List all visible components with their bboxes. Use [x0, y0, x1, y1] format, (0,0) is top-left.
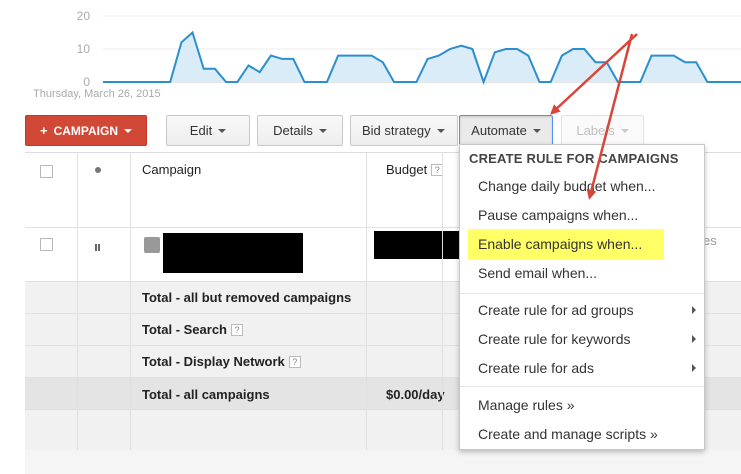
- redacted-campaign-name: [163, 233, 303, 273]
- chevron-down-icon: [620, 128, 629, 133]
- menu-item-manage-rules[interactable]: Manage rules »: [460, 392, 704, 418]
- partial-column-text: es: [703, 233, 717, 248]
- menu-item-change-budget[interactable]: Change daily budget when...: [460, 173, 704, 199]
- chart-area-fill: [103, 32, 741, 82]
- automate-label: Automate: [471, 123, 527, 138]
- menu-divider: [460, 293, 704, 294]
- edit-button[interactable]: Edit: [166, 115, 250, 146]
- chevron-right-icon: [692, 306, 696, 314]
- total-label: Total - all but removed campaigns: [142, 290, 352, 305]
- column-divider: [130, 153, 131, 450]
- menu-item-manage-scripts[interactable]: Create and manage scripts »: [460, 421, 704, 447]
- menu-item-label: Create rule for keywords: [478, 331, 631, 347]
- total-display-label: Total - Display Network: [142, 354, 285, 369]
- menu-item-enable-campaigns[interactable]: Enable campaigns when...: [460, 231, 704, 257]
- row-checkbox[interactable]: [40, 238, 53, 251]
- column-header-campaign[interactable]: Campaign: [142, 162, 201, 177]
- menu-item-label: Create rule for ads: [478, 360, 594, 376]
- help-icon[interactable]: ?: [288, 356, 301, 368]
- budget-header-label: Budget: [386, 162, 428, 177]
- edit-label: Edit: [189, 123, 213, 138]
- menu-item-pause-campaigns[interactable]: Pause campaigns when...: [460, 202, 704, 228]
- menu-item-rule-ad-groups[interactable]: Create rule for ad groups: [460, 297, 704, 323]
- menu-item-rule-ads[interactable]: Create rule for ads: [460, 355, 704, 381]
- pause-icon[interactable]: [95, 244, 97, 251]
- chevron-down-icon: [436, 128, 445, 133]
- chevron-right-icon: [692, 335, 696, 343]
- y-tick-label-10: 10: [77, 42, 91, 56]
- chevron-down-icon: [124, 128, 133, 133]
- y-tick-label-20: 20: [77, 9, 91, 23]
- y-tick-label-0: 0: [83, 75, 90, 89]
- total-label: Total - Search?: [142, 322, 244, 337]
- bottom-strip: [25, 450, 741, 474]
- chevron-down-icon: [218, 128, 227, 133]
- column-header-budget[interactable]: Budget?: [386, 162, 444, 177]
- automate-button[interactable]: Automate: [459, 115, 553, 146]
- labels-label: Labels: [576, 123, 615, 138]
- chevron-down-icon: [318, 128, 327, 133]
- bid-strategy-button[interactable]: Bid strategy: [350, 115, 458, 146]
- menu-item-rule-keywords[interactable]: Create rule for keywords: [460, 326, 704, 352]
- menu-item-send-email[interactable]: Send email when...: [460, 260, 704, 286]
- chart-date-label: Thursday, March 26, 2015: [33, 88, 161, 100]
- chevron-right-icon: [692, 364, 696, 372]
- total-budget-value: $0.00/day: [386, 387, 445, 402]
- add-campaign-button[interactable]: + CAMPAIGN: [25, 115, 147, 146]
- chevron-down-icon: [532, 128, 541, 133]
- total-label: Total - Display Network?: [142, 354, 301, 369]
- total-label: Total - all campaigns: [142, 387, 270, 402]
- plus-icon: +: [39, 123, 48, 138]
- bid-strategy-label: Bid strategy: [362, 123, 431, 138]
- campaign-button-label: CAMPAIGN: [53, 123, 119, 138]
- menu-title: CREATE RULE FOR CAMPAIGNS: [469, 151, 679, 166]
- column-divider: [366, 153, 367, 450]
- help-icon[interactable]: ?: [231, 324, 244, 336]
- total-search-label: Total - Search: [142, 322, 228, 337]
- search-icon: [144, 237, 160, 253]
- details-label: Details: [273, 123, 313, 138]
- labels-button: Labels: [561, 115, 644, 146]
- details-button[interactable]: Details: [257, 115, 343, 146]
- column-divider: [442, 153, 443, 450]
- redacted-budget-value: [374, 231, 464, 259]
- menu-divider: [460, 386, 704, 387]
- select-all-checkbox[interactable]: [40, 165, 53, 178]
- status-dot-icon: [95, 167, 101, 173]
- menu-item-label: Create rule for ad groups: [478, 302, 634, 318]
- automate-dropdown-menu: CREATE RULE FOR CAMPAIGNS Change daily b…: [459, 144, 705, 450]
- column-divider: [77, 153, 78, 450]
